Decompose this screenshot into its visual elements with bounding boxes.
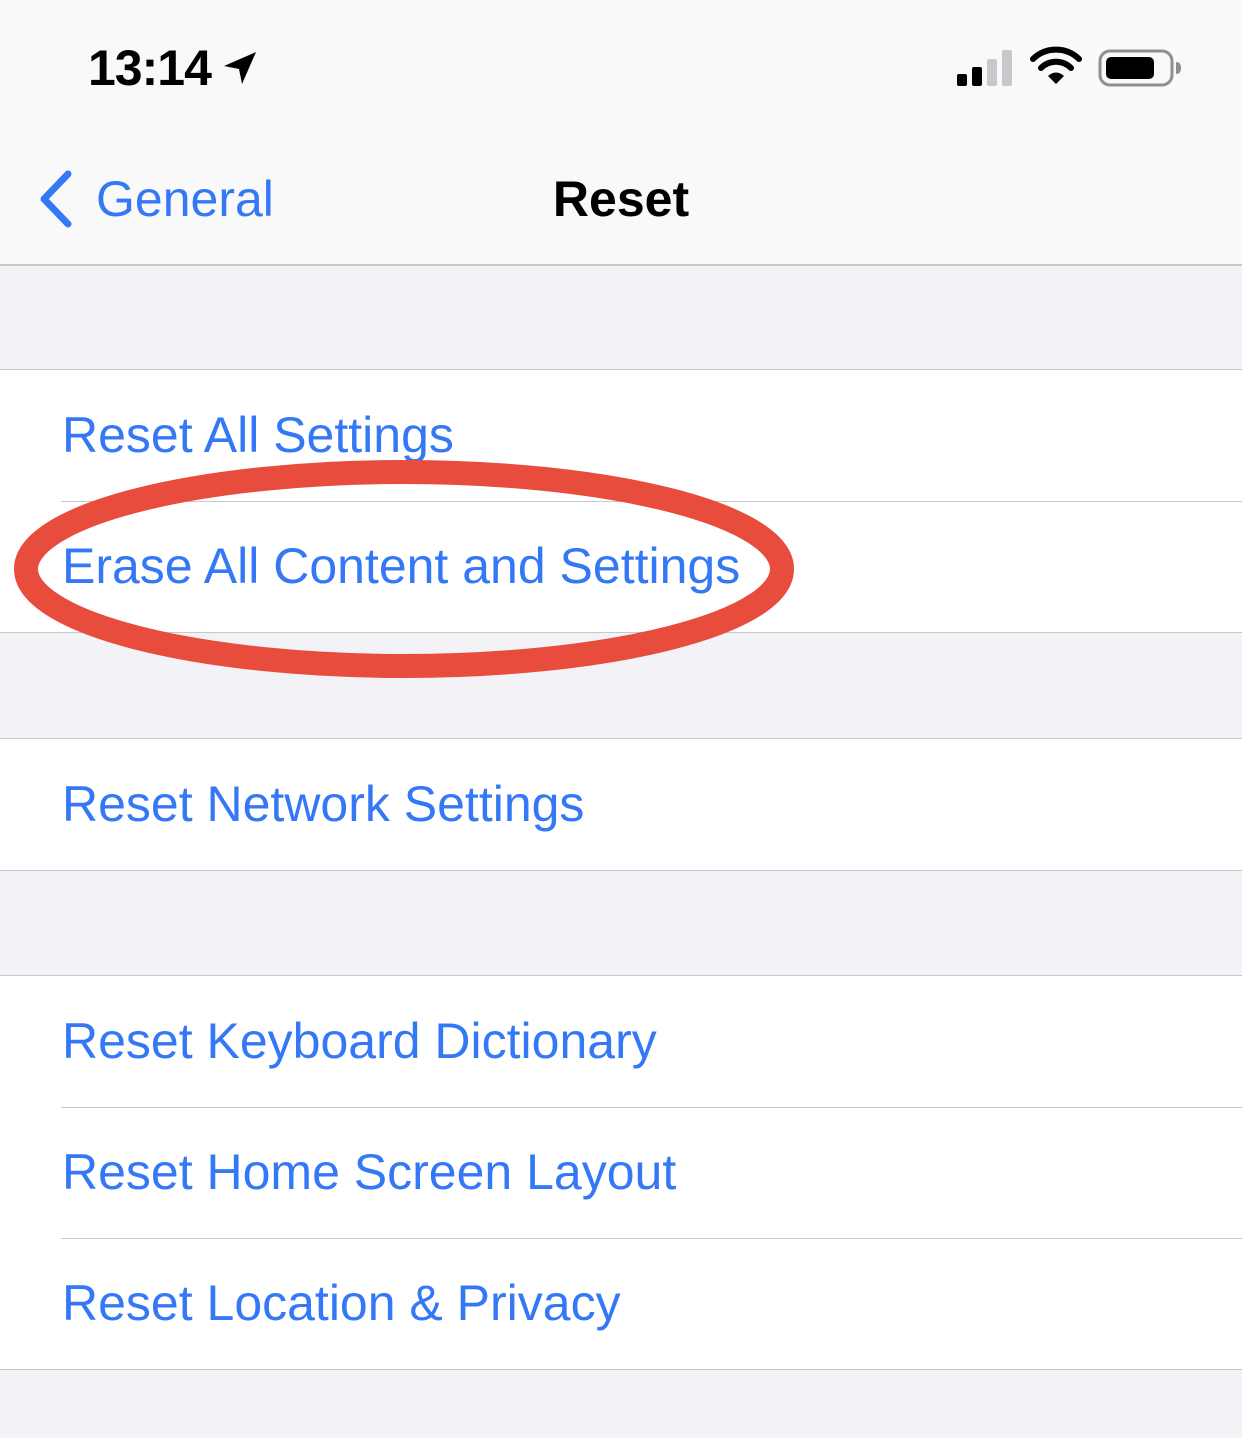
status-bar: 13:14 xyxy=(0,0,1242,130)
erase-all-content-row[interactable]: Erase All Content and Settings xyxy=(0,501,1242,632)
location-arrow-icon xyxy=(224,52,256,84)
settings-group-3: Reset Keyboard Dictionary Reset Home Scr… xyxy=(0,975,1242,1370)
cellular-signal-icon xyxy=(957,50,1012,86)
status-time: 13:14 xyxy=(88,40,212,96)
reset-network-settings-row[interactable]: Reset Network Settings xyxy=(0,739,1242,870)
wifi-icon xyxy=(1030,46,1082,84)
battery-icon xyxy=(1098,49,1181,87)
reset-keyboard-dictionary-label: Reset Keyboard Dictionary xyxy=(62,1013,657,1069)
reset-all-settings-row[interactable]: Reset All Settings xyxy=(0,370,1242,501)
reset-keyboard-dictionary-row[interactable]: Reset Keyboard Dictionary xyxy=(0,976,1242,1107)
reset-network-settings-label: Reset Network Settings xyxy=(62,776,585,832)
navigation-bar: General Reset xyxy=(0,130,1242,266)
reset-all-settings-label: Reset All Settings xyxy=(62,407,454,463)
settings-group-1: Reset All Settings Erase All Content and… xyxy=(0,369,1242,633)
reset-location-privacy-label: Reset Location & Privacy xyxy=(62,1275,621,1331)
settings-group-2: Reset Network Settings xyxy=(0,738,1242,871)
erase-all-content-label: Erase All Content and Settings xyxy=(62,538,741,594)
reset-location-privacy-row[interactable]: Reset Location & Privacy xyxy=(0,1238,1242,1369)
reset-home-screen-layout-row[interactable]: Reset Home Screen Layout xyxy=(0,1107,1242,1238)
reset-home-screen-layout-label: Reset Home Screen Layout xyxy=(62,1144,677,1200)
page-title: Reset xyxy=(552,171,690,227)
